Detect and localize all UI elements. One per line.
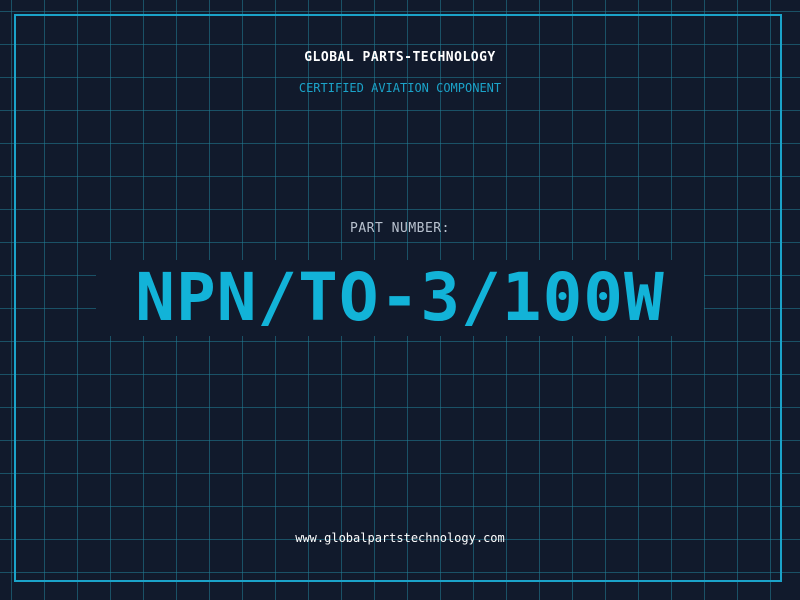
company-name: GLOBAL PARTS-TECHNOLOGY <box>304 50 496 65</box>
website-link[interactable]: www.globalpartstechnology.com <box>0 531 800 545</box>
certification-tagline: CERTIFIED AVIATION COMPONENT <box>298 81 502 95</box>
part-number-value: NPN/TO-3/100W <box>135 259 665 336</box>
part-number-label: PART NUMBER: <box>350 221 450 236</box>
label-canvas: GLOBAL PARTS-TECHNOLOGY CERTIFIED AVIATI… <box>0 0 800 600</box>
